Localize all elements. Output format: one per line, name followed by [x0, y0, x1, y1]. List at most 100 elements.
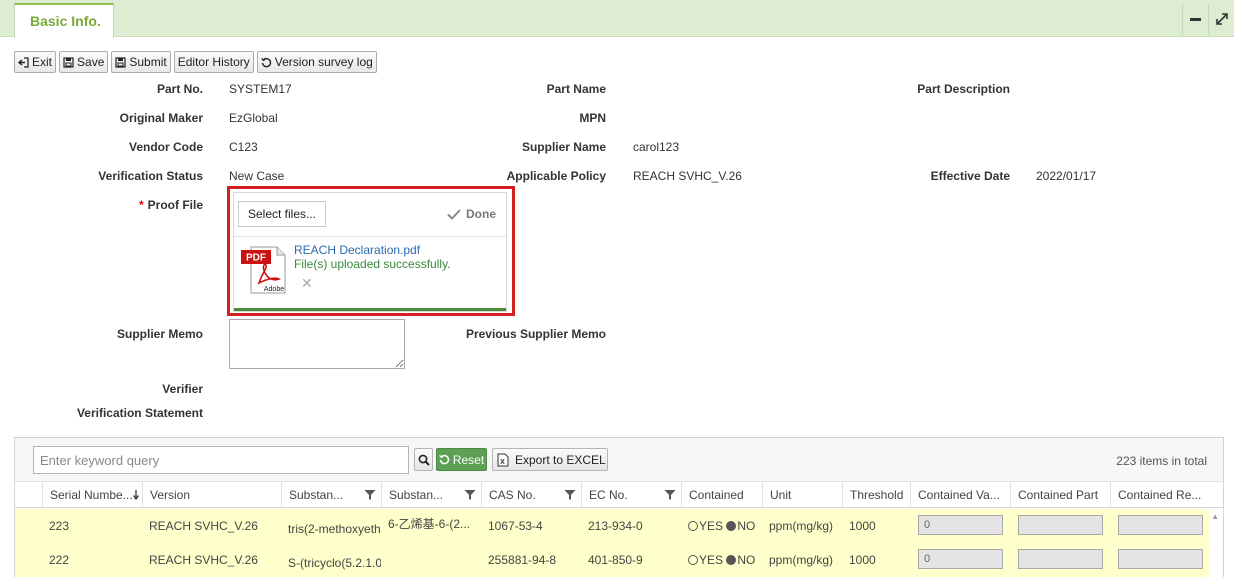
filter-icon[interactable]	[364, 489, 376, 501]
reset-label: Reset	[452, 452, 485, 467]
contained-remark-input[interactable]	[1118, 515, 1203, 535]
cell-substance-cn: 6-乙烯基-6-(2...	[388, 517, 471, 531]
history-icon	[260, 57, 271, 67]
header-cas-no[interactable]: CAS No.	[481, 482, 581, 508]
contained-yes-radio[interactable]	[688, 555, 698, 565]
contained-value-input[interactable]: 0	[918, 515, 1003, 535]
part-description-label: Part Description	[917, 82, 1010, 96]
search-icon	[418, 454, 430, 466]
contained-remark-input[interactable]	[1118, 549, 1203, 569]
cell-threshold: 1000	[849, 553, 876, 567]
header-cas-no-label: CAS No.	[489, 488, 536, 502]
original-maker-value: EzGlobal	[229, 111, 278, 125]
export-excel-button[interactable]: X Export to EXCEL	[492, 448, 608, 471]
cell-ec: 213-934-0	[588, 519, 643, 533]
upload-status-text: File(s) uploaded successfully.	[294, 257, 451, 271]
required-mark: *	[138, 198, 144, 212]
pdf-icon-top-text: PDF	[246, 253, 266, 264]
tab-strip: Basic Info.	[0, 0, 1234, 38]
proof-file-label-text: Proof File	[147, 198, 203, 212]
cell-ec: 401-850-9	[588, 553, 643, 567]
header-substance-cn-label: Substan...	[389, 488, 444, 502]
table-row[interactable]: 222 REACH SVHC_V.26 S-(tricyclo(5.2.1.0 …	[15, 543, 1210, 577]
pdf-icon-bottom-text: Adobe	[264, 286, 284, 293]
verifier-label: Verifier	[162, 382, 203, 396]
expand-button[interactable]	[1208, 4, 1234, 34]
previous-supplier-memo-label: Previous Supplier Memo	[465, 327, 606, 341]
filter-icon[interactable]	[664, 489, 676, 501]
minimize-button[interactable]	[1182, 4, 1208, 34]
window-controls	[1182, 4, 1234, 34]
effective-date-value: 2022/01/17	[1036, 169, 1097, 183]
export-excel-label: Export to EXCEL	[515, 452, 606, 467]
editor-history-button[interactable]: Editor History	[173, 51, 254, 73]
select-files-button[interactable]: Select files...	[238, 201, 326, 227]
sort-desc-icon	[133, 490, 139, 500]
verification-status-label: Verification Status	[98, 169, 203, 183]
vendor-code-label: Vendor Code	[128, 140, 203, 154]
header-contained-value[interactable]: Contained Va...	[910, 482, 1010, 508]
header-contained-part[interactable]: Contained Part	[1010, 482, 1110, 508]
contained-yes-radio[interactable]	[688, 521, 698, 531]
applicable-policy-label: Applicable Policy	[506, 169, 606, 183]
remove-file-icon[interactable]: ✕	[301, 275, 313, 292]
search-button[interactable]	[414, 448, 433, 471]
verification-statement-label: Verification Statement	[76, 406, 203, 420]
toolbar: Exit Save Submit Editor History Version …	[14, 51, 377, 73]
pdf-file-icon: PDF Adobe	[241, 246, 286, 294]
header-ec-no-label: EC No.	[589, 488, 628, 502]
save-icon	[63, 56, 74, 68]
part-no-label: Part No.	[156, 82, 203, 96]
upload-header: Select files... Done	[234, 193, 506, 237]
contained-part-input[interactable]	[1018, 515, 1103, 535]
header-ec-no[interactable]: EC No.	[581, 482, 681, 508]
exit-button[interactable]: Exit	[14, 51, 57, 73]
header-spacer	[15, 482, 42, 508]
contained-value-input[interactable]: 0	[918, 549, 1003, 569]
verification-status-value: New Case	[229, 169, 285, 183]
contained-no-radio[interactable]	[726, 521, 737, 531]
reset-icon	[438, 454, 450, 465]
filter-icon[interactable]	[464, 489, 476, 501]
cell-cas: 1067-53-4	[488, 519, 543, 533]
cell-serial: 223	[49, 519, 70, 533]
keyword-search-input[interactable]	[33, 446, 409, 474]
proof-file-label: * Proof File	[90, 198, 203, 212]
cell-substance-en: tris(2-methoxyethoxy)	[288, 522, 381, 536]
filter-icon[interactable]	[564, 489, 576, 501]
contained-part-input[interactable]	[1018, 549, 1103, 569]
supplier-memo-textarea[interactable]	[229, 319, 405, 369]
version-survey-log-button[interactable]: Version survey log	[256, 51, 377, 73]
table-row[interactable]: 223 REACH SVHC_V.26 tris(2-methoxyethoxy…	[15, 509, 1210, 543]
header-substance-cn[interactable]: Substan...	[381, 482, 481, 508]
submit-button[interactable]: Submit	[111, 51, 171, 73]
contained-no-radio[interactable]	[726, 555, 737, 565]
header-contained-re[interactable]: Contained Re...	[1110, 482, 1210, 508]
supplier-name-label: Supplier Name	[521, 140, 606, 154]
exit-icon	[18, 56, 29, 68]
header-version[interactable]: Version	[142, 482, 281, 508]
submit-icon	[115, 56, 126, 68]
substance-grid: Reset X Export to EXCEL 223 items in tot…	[14, 437, 1224, 577]
scroll-up-arrow-icon[interactable]: ▲	[1211, 512, 1219, 521]
header-unit[interactable]: Unit	[762, 482, 842, 508]
upload-progress-bar	[234, 308, 506, 311]
reset-button[interactable]: Reset	[436, 448, 487, 471]
contained-yes-label: YES	[699, 553, 724, 567]
save-button[interactable]: Save	[59, 51, 109, 73]
part-no-value: SYSTEM17	[229, 82, 292, 96]
checkmark-icon	[447, 208, 461, 220]
contained-no-label: NO	[737, 519, 756, 533]
header-substance-en[interactable]: Substan...	[281, 482, 381, 508]
save-label: Save	[77, 55, 105, 69]
tab-basic-info[interactable]: Basic Info.	[14, 3, 114, 38]
header-contained[interactable]: Contained	[681, 482, 762, 508]
uploaded-file-name[interactable]: REACH Declaration.pdf	[294, 243, 420, 257]
cell-version: REACH SVHC_V.26	[149, 553, 258, 567]
cell-unit: ppm(mg/kg)	[769, 519, 834, 533]
header-threshold[interactable]: Threshold	[842, 482, 910, 508]
cell-unit: ppm(mg/kg)	[769, 553, 834, 567]
total-items-text: 223 items in total	[1116, 454, 1207, 468]
applicable-policy-value: REACH SVHC_V.26	[633, 169, 742, 183]
header-serial-number[interactable]: Serial Numbe...	[42, 482, 142, 508]
